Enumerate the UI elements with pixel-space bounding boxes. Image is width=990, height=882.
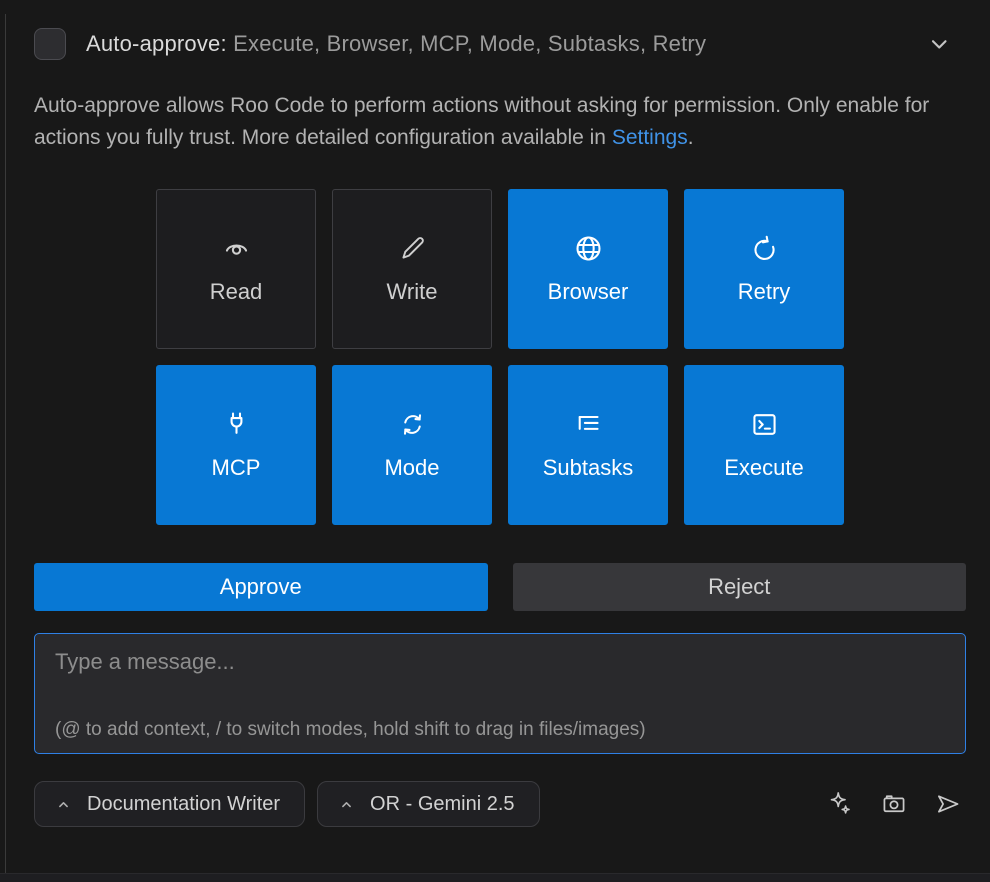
toggle-subtasks[interactable]: Subtasks [508,365,668,525]
auto-approve-label: Auto-approve: [86,31,227,56]
description-text: Auto-approve allows Roo Code to perform … [34,94,929,149]
eye-icon [221,233,252,264]
approve-button[interactable]: Approve [34,563,488,611]
chevron-up-icon [55,796,72,813]
sync-icon [397,409,428,440]
toggle-label: Browser [548,279,629,305]
camera-icon[interactable] [880,790,908,818]
auto-approve-checkbox[interactable] [34,28,66,60]
list-tree-icon [573,409,604,440]
toggle-label: Write [387,279,438,305]
toggle-write[interactable]: Write [332,189,492,349]
composer-footer: Documentation Writer OR - Gemini 2.5 [34,781,966,827]
mode-selector[interactable]: Documentation Writer [34,781,305,827]
auto-approve-title: Auto-approve: Execute, Browser, MCP, Mod… [86,31,706,57]
toggle-mcp[interactable]: MCP [156,365,316,525]
refresh-icon [749,233,780,264]
toggle-label: MCP [212,455,261,481]
mode-selector-label: Documentation Writer [87,793,280,816]
toggle-label: Subtasks [543,455,634,481]
toggle-label: Execute [724,455,804,481]
auto-approve-header[interactable]: Auto-approve: Execute, Browser, MCP, Mod… [34,28,966,60]
model-selector-label: OR - Gemini 2.5 [370,793,514,816]
sparkle-icon[interactable] [826,790,854,818]
chevron-down-icon[interactable] [924,29,954,59]
plug-icon [221,409,252,440]
chevron-up-icon [338,796,355,813]
message-composer: (@ to add context, / to switch modes, ho… [34,633,966,754]
toggle-execute[interactable]: Execute [684,365,844,525]
toggle-browser[interactable]: Browser [508,189,668,349]
bottom-panel-edge [0,873,990,882]
auto-approve-toggle-grid: Read Write Browser [156,189,844,525]
reject-button[interactable]: Reject [513,563,967,611]
description-period: . [688,126,694,149]
terminal-icon [749,409,780,440]
composer-footer-icons [826,790,962,818]
action-button-row: Approve Reject [34,563,966,611]
toggle-label: Retry [738,279,791,305]
send-icon[interactable] [934,790,962,818]
auto-approve-description: Auto-approve allows Roo Code to perform … [34,90,946,153]
toggle-retry[interactable]: Retry [684,189,844,349]
globe-icon [573,233,604,264]
toggle-read[interactable]: Read [156,189,316,349]
toggle-mode[interactable]: Mode [332,365,492,525]
auto-approve-panel: Auto-approve: Execute, Browser, MCP, Mod… [0,0,990,827]
message-input[interactable] [35,634,965,753]
auto-approve-summary: Execute, Browser, MCP, Mode, Subtasks, R… [233,31,706,56]
toggle-label: Mode [384,455,439,481]
model-selector[interactable]: OR - Gemini 2.5 [317,781,539,827]
toggle-label: Read [210,279,263,305]
settings-link[interactable]: Settings [612,126,688,149]
pencil-icon [397,233,428,264]
